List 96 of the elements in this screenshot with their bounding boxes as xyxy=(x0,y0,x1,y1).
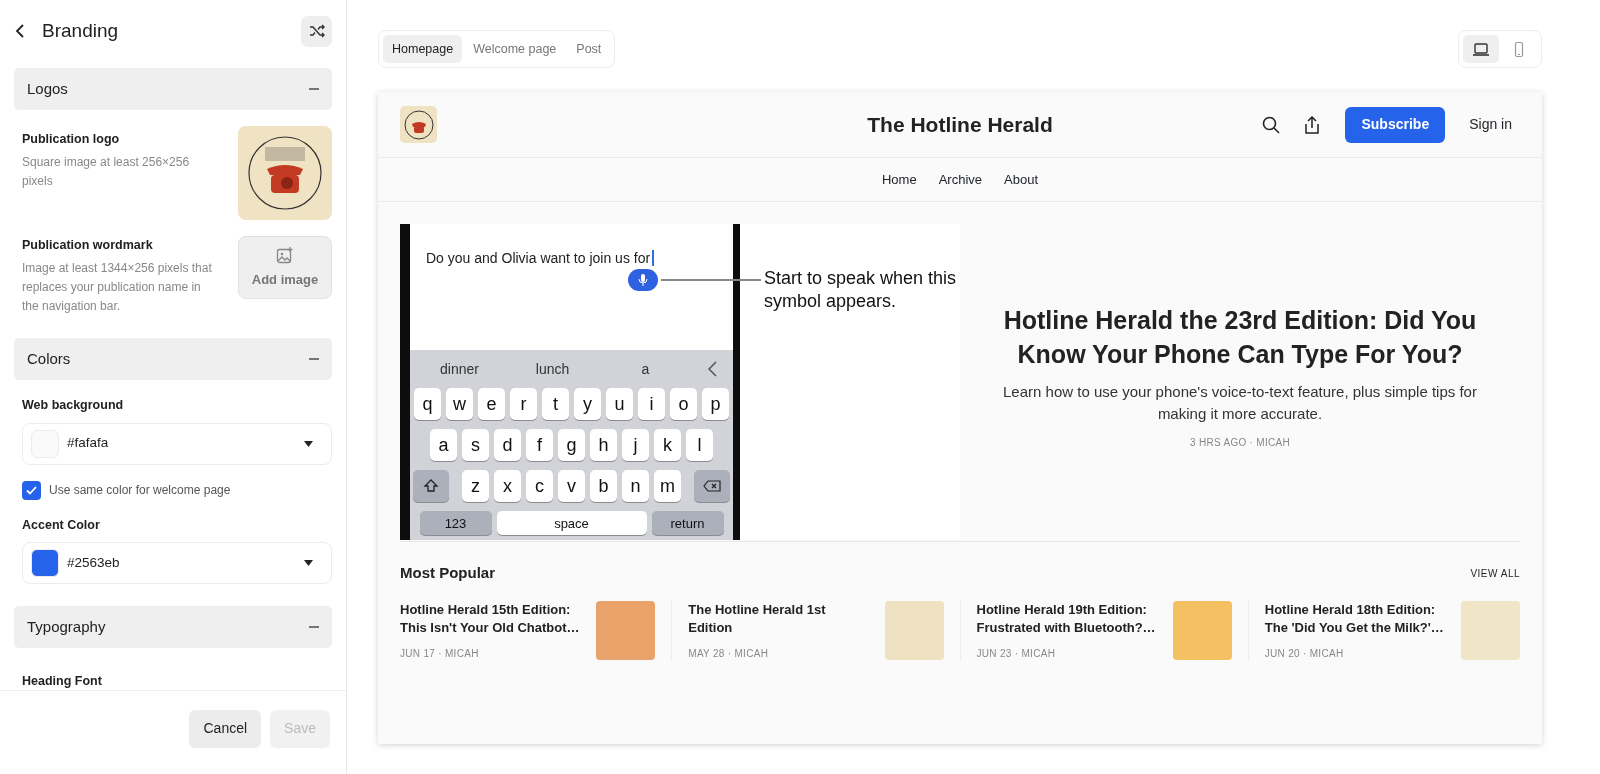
article-headline[interactable]: Hotline Herald the 23rd Edition: Did You Know Your Phone Can Type For You? xyxy=(978,303,1502,371)
keyboard-key: m xyxy=(654,470,681,502)
shift-arrow-icon xyxy=(423,478,439,494)
share-icon[interactable] xyxy=(1304,115,1321,134)
nav-link[interactable]: Archive xyxy=(938,169,983,190)
nav-link[interactable]: About xyxy=(1004,169,1038,190)
keyboard-key: i xyxy=(638,388,665,420)
subscribe-button[interactable]: Subscribe xyxy=(1345,106,1446,143)
image-plus-icon xyxy=(276,245,294,264)
logo-image[interactable] xyxy=(238,126,332,220)
page-tab[interactable]: Welcome page xyxy=(464,35,566,63)
post-meta: JUN 17 · MICAH xyxy=(400,646,480,661)
thumbnail-placeholder xyxy=(1461,600,1520,660)
post-title[interactable]: Hotline Herald 19th Edition: Frustrated with Bluetooth?… xyxy=(976,600,1161,638)
field-hint: Image at least 1344×256 pixels that replaces your publication name in the navigation bar. xyxy=(22,259,212,315)
suggestion-word: lunch xyxy=(534,359,571,379)
shuffle-button[interactable] xyxy=(301,15,332,47)
field-label: Web background xyxy=(21,396,125,414)
thumbnail-placeholder xyxy=(884,600,944,660)
keyboard-key: v xyxy=(558,470,585,502)
nav-link[interactable]: Home xyxy=(882,169,917,190)
section-title: Most Popular xyxy=(400,563,495,583)
field-label: Publication wordmark xyxy=(22,237,154,254)
article-summary: Learn how to use your phone's voice-to-text feature, plus simple tips for making it more accurate. xyxy=(1002,382,1478,424)
back-chevron-icon[interactable] xyxy=(14,23,26,39)
keyboard-key: l xyxy=(686,429,713,461)
laptop-icon xyxy=(1472,40,1490,58)
keyboard-key: f xyxy=(526,429,553,461)
keyboard-key: z xyxy=(462,470,489,502)
keyboard-key: space xyxy=(496,511,647,535)
keyboard-key: o xyxy=(670,388,697,420)
suggestion-word: dinner xyxy=(439,359,480,379)
keyboard-key: u xyxy=(606,388,633,420)
post-title[interactable]: Hotline Herald 18th Edition: The 'Did You Get the Milk?'… xyxy=(1264,600,1449,638)
keyboard-key: a xyxy=(430,429,457,461)
keyboard-key: d xyxy=(494,429,521,461)
delete-icon xyxy=(703,480,721,492)
page-tab[interactable]: Homepage xyxy=(383,35,463,63)
section-header[interactable]: Logos xyxy=(14,68,332,110)
keyboard-key: w xyxy=(446,388,473,420)
post-meta: JUN 23 · MICAH xyxy=(976,646,1057,661)
thumbnail-placeholder xyxy=(596,600,656,660)
checkmark-icon xyxy=(26,485,37,495)
thumbnail-placeholder xyxy=(1172,600,1232,660)
view-all-link[interactable]: VIEW ALL xyxy=(1470,565,1520,581)
color-select[interactable]: #fafafa xyxy=(22,422,332,465)
dropdown-caret-icon xyxy=(304,440,313,447)
keyboard-key: p xyxy=(702,388,729,420)
keyboard-key: b xyxy=(590,470,617,502)
keyboard-key: x xyxy=(494,470,521,502)
field-hint: Square image at least 256×256 pixels xyxy=(22,153,191,190)
site-title: The Hotline Herald xyxy=(867,111,1053,138)
keyboard-key: return xyxy=(651,511,724,535)
keyboard-key: h xyxy=(590,429,617,461)
search-icon[interactable] xyxy=(1262,115,1281,134)
checkbox[interactable] xyxy=(22,480,41,500)
keyboard-key: c xyxy=(526,470,553,502)
post-title[interactable]: Hotline Herald 15th Edition: This Isn't Your Old Chatbot… xyxy=(400,600,585,638)
keyboard-key: 123 xyxy=(419,511,492,535)
section-header[interactable]: Colors xyxy=(14,337,332,380)
keyboard-key: g xyxy=(558,429,585,461)
message-text: Do you and Olivia want to join us for xyxy=(426,250,651,266)
field-label: Heading Font xyxy=(21,673,103,690)
keyboard-key: s xyxy=(462,429,489,461)
cancel-button[interactable]: Cancel xyxy=(189,709,262,748)
site-logo[interactable] xyxy=(400,106,437,143)
suggestion-word: a xyxy=(640,359,651,379)
keyboard-key: r xyxy=(510,388,537,420)
keyboard-key: q xyxy=(414,388,441,420)
panel-title: Branding xyxy=(42,18,119,43)
telephone-drawing xyxy=(403,109,434,140)
field-label: Accent Color xyxy=(21,516,101,534)
shuffle-icon xyxy=(308,23,325,39)
post-meta: MAY 28 · MICAH xyxy=(688,646,770,661)
chevron-left-icon xyxy=(706,361,720,377)
sign-in-link[interactable]: Sign in xyxy=(1469,114,1512,135)
keyboard-key: k xyxy=(654,429,681,461)
section-header[interactable]: Typography xyxy=(14,606,332,649)
keyboard-key: j xyxy=(622,429,649,461)
article-meta: 3 HRS AGO · MICAH xyxy=(1189,436,1291,450)
post-meta: JUN 20 · MICAH xyxy=(1264,646,1345,661)
post-title[interactable]: The Hotline Herald 1st Edition xyxy=(688,600,873,638)
keyboard-key: n xyxy=(622,470,649,502)
add-image-button[interactable]: Add image xyxy=(238,236,332,299)
callout-text: Start to speak when this symbol appears. xyxy=(764,267,958,313)
keyboard-key: t xyxy=(542,388,569,420)
keyboard-key: e xyxy=(478,388,505,420)
field-label: Publication logo xyxy=(22,131,121,148)
text-cursor xyxy=(652,250,655,266)
microphone-icon xyxy=(638,273,648,287)
device-button[interactable] xyxy=(1463,35,1499,63)
page-tab[interactable]: Post xyxy=(567,35,611,63)
keyboard-key: y xyxy=(574,388,601,420)
color-select[interactable]: #2563eb xyxy=(22,542,332,585)
dropdown-caret-icon xyxy=(304,560,313,567)
checkbox-label[interactable]: Use same color for welcome page xyxy=(49,480,231,500)
